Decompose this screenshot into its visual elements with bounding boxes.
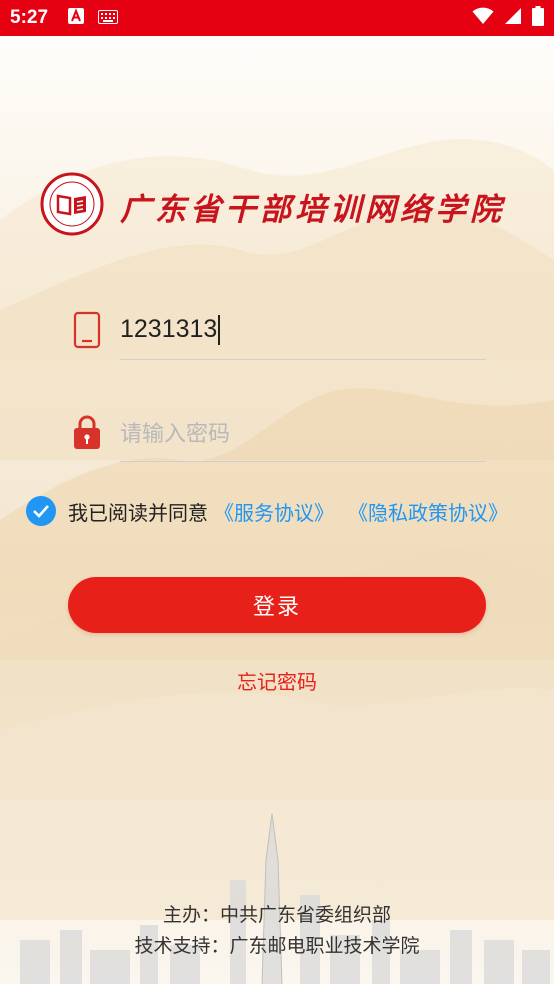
- check-icon: [33, 505, 49, 518]
- forgot-password-label[interactable]: 忘记密码: [237, 670, 317, 694]
- agreement-text: 我已阅读并同意: [68, 500, 208, 525]
- battery-icon: [532, 6, 544, 30]
- password-placeholder: 请输入密码: [120, 421, 231, 447]
- agreement-row: 我已阅读并同意 《服务协议》 《隐私政策协议》: [26, 496, 508, 526]
- privacy-policy-link[interactable]: 《隐私政策协议》: [348, 497, 508, 526]
- phone-icon: [70, 310, 104, 350]
- status-time: 5:27: [10, 7, 49, 28]
- lock-icon: [70, 412, 104, 452]
- phone-field-row: 1231313: [70, 300, 486, 360]
- status-right-icons: [472, 6, 544, 30]
- agreement-checkbox[interactable]: [26, 496, 56, 526]
- password-field-row: 请输入密码: [70, 402, 486, 462]
- logo-row: 广东省干部培训网络学院: [40, 172, 505, 240]
- signal-icon: [504, 7, 522, 29]
- password-input[interactable]: 请输入密码: [120, 402, 486, 462]
- a-notification-icon: [68, 8, 85, 28]
- footer-sponsor: 主办：中共广东省委组织部: [162, 904, 391, 926]
- phone-input-value: 1231313: [120, 315, 218, 343]
- text-caret: [218, 314, 221, 345]
- wifi-icon: [472, 7, 494, 29]
- footer-support: 技术支持：广东邮电职业技术学院: [134, 935, 420, 957]
- status-bar: 5:27: [0, 0, 554, 36]
- login-button[interactable]: 登录: [68, 577, 486, 633]
- keyboard-icon: [98, 9, 119, 28]
- book-seal-logo: [40, 172, 104, 240]
- app-title: 广东省干部培训网络学院: [120, 191, 505, 228]
- status-left-icons: [68, 8, 119, 28]
- service-agreement-link[interactable]: 《服务协议》: [214, 497, 334, 526]
- forgot-password-link: 忘记密码: [0, 666, 554, 695]
- phone-input[interactable]: 1231313: [120, 300, 486, 360]
